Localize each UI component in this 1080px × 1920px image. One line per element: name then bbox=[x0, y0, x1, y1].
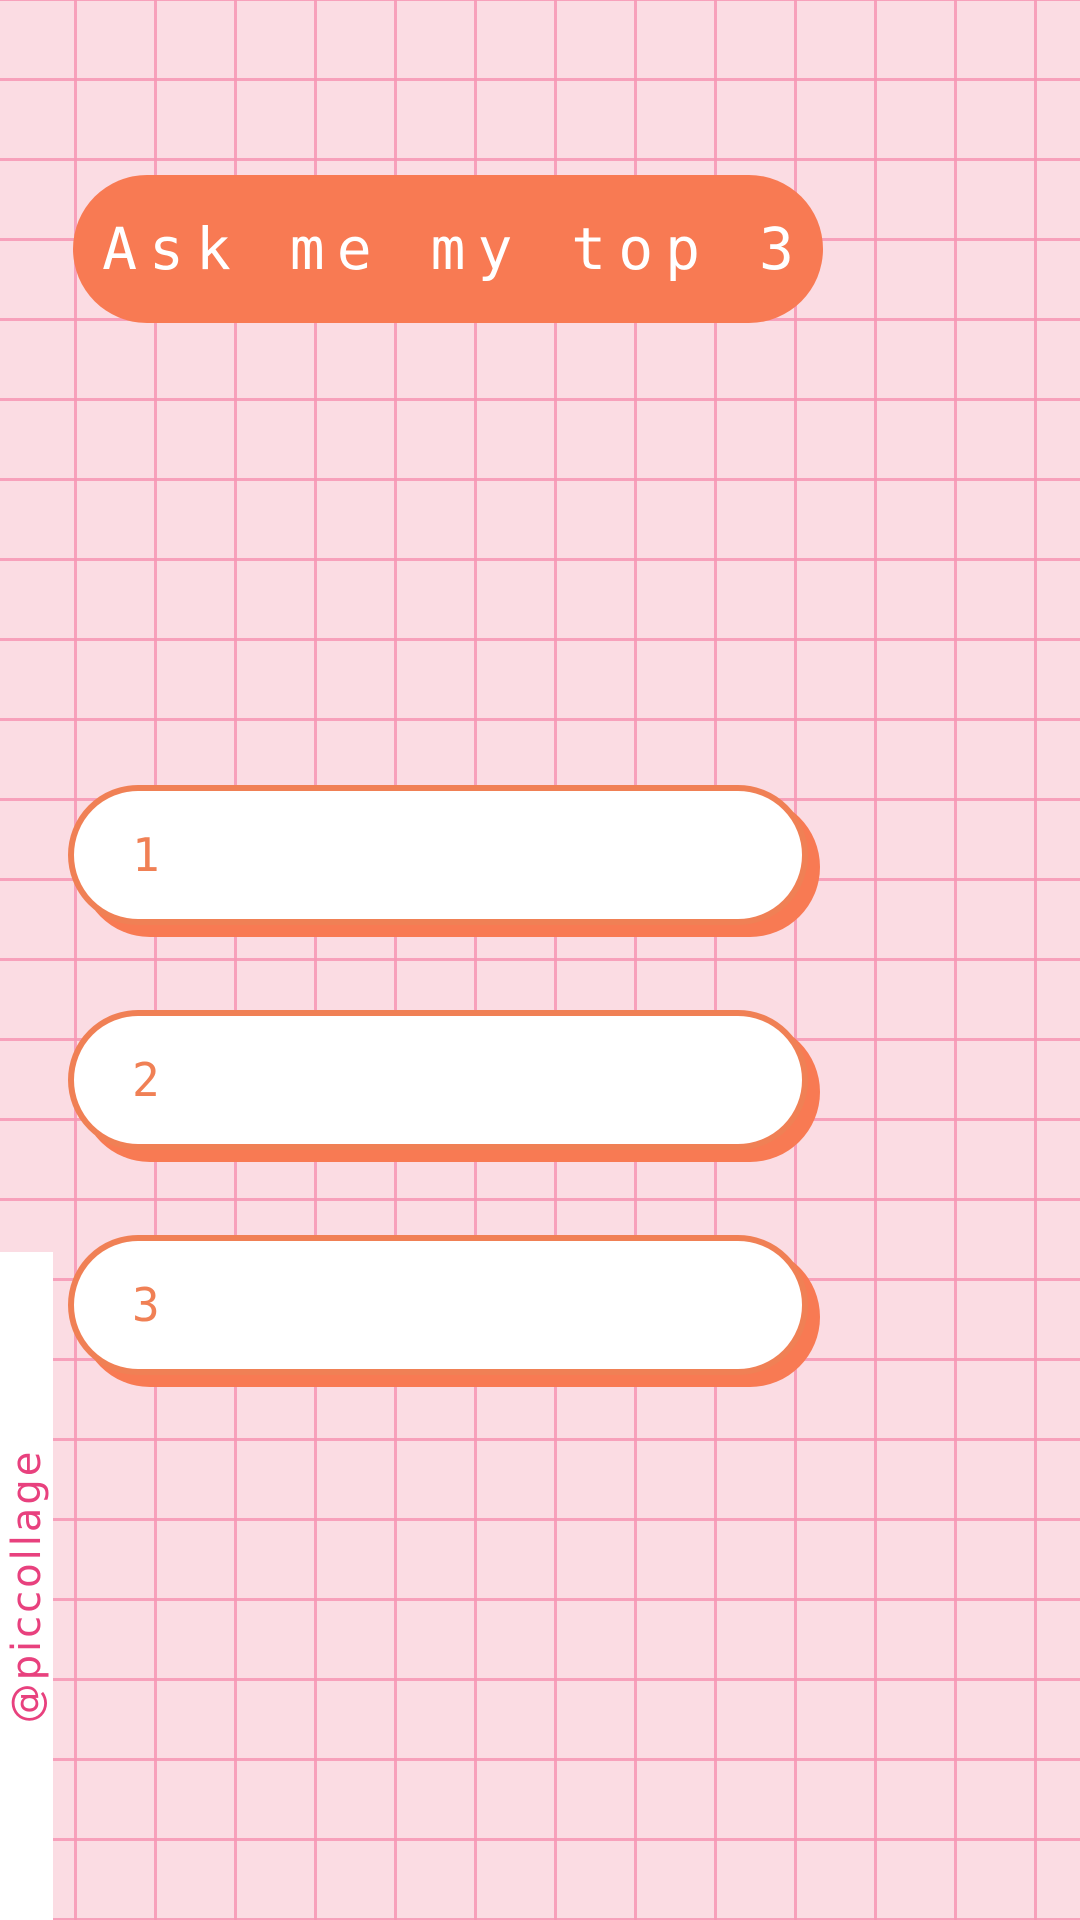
answer-card-2-number: 2 bbox=[132, 1053, 162, 1107]
answer-card-2[interactable]: 2 bbox=[68, 1010, 820, 1162]
answer-card-1-face[interactable]: 1 bbox=[68, 785, 808, 925]
prompt-banner-title: Ask me my top 3 bbox=[102, 215, 806, 283]
watermark-handle: @piccollage bbox=[3, 1448, 50, 1724]
answer-card-2-face[interactable]: 2 bbox=[68, 1010, 808, 1150]
answer-card-1-number: 1 bbox=[132, 828, 162, 882]
story-canvas: Ask me my top 3 1 2 3 @piccollage bbox=[0, 0, 1080, 1920]
answer-card-3-face[interactable]: 3 bbox=[68, 1235, 808, 1375]
prompt-banner[interactable]: Ask me my top 3 bbox=[73, 175, 823, 323]
answer-card-3-number: 3 bbox=[132, 1278, 162, 1332]
watermark-strip: @piccollage bbox=[0, 1252, 53, 1920]
answer-card-1[interactable]: 1 bbox=[68, 785, 820, 937]
answer-card-3[interactable]: 3 bbox=[68, 1235, 820, 1387]
